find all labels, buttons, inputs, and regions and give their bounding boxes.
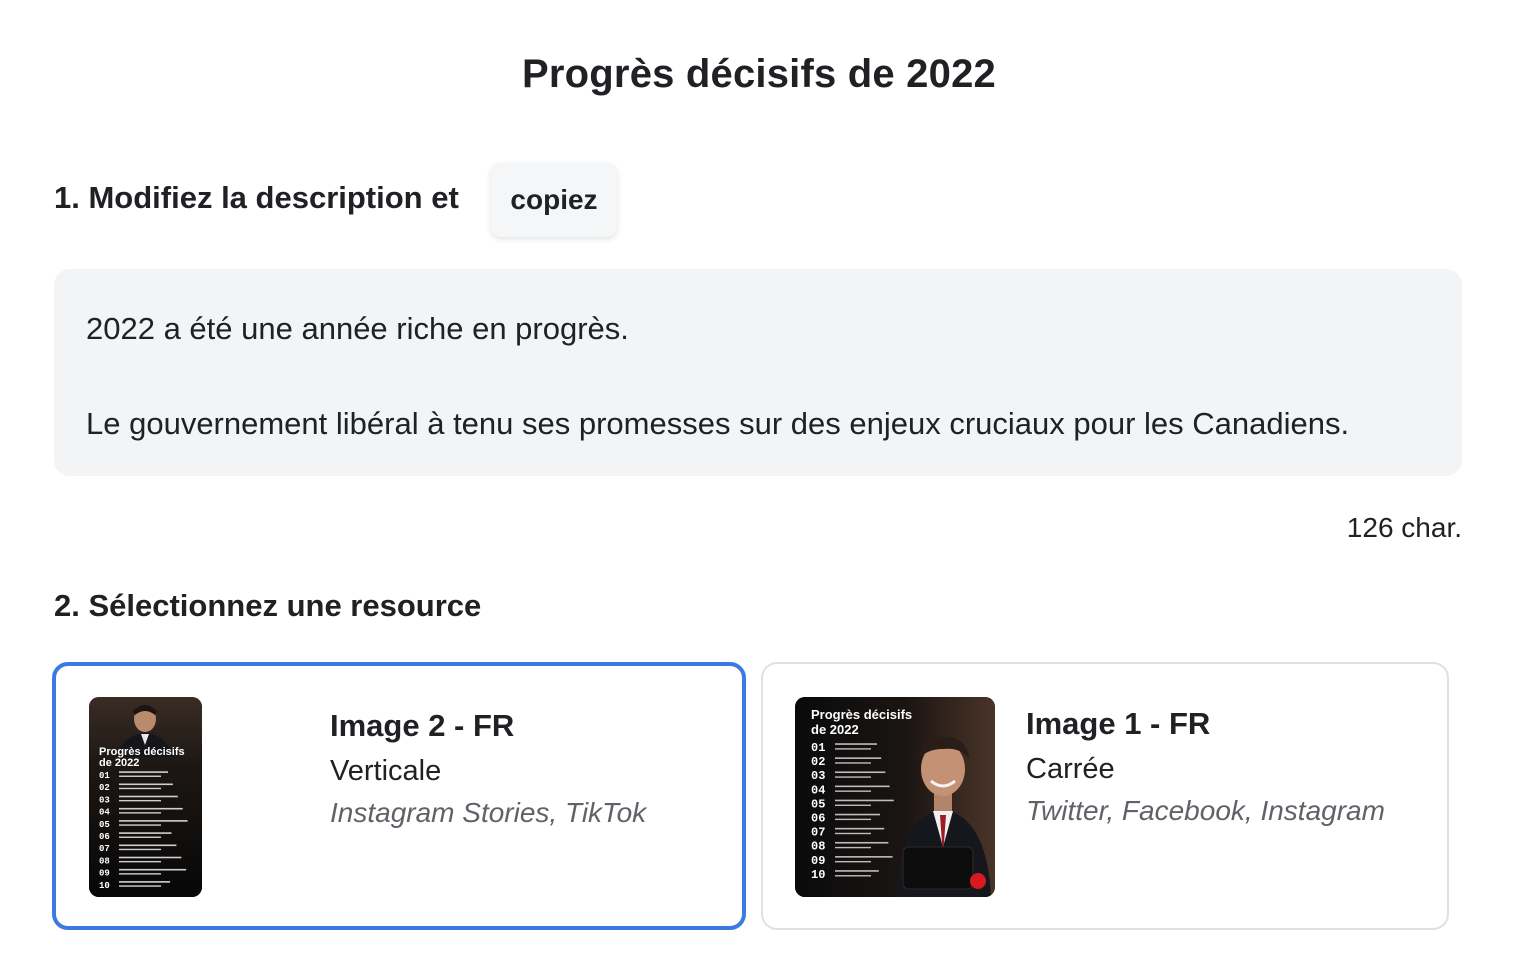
thumb-list-number: 05	[811, 797, 825, 811]
thumb-list-text-line	[835, 856, 893, 858]
thumb-list-text-line	[835, 827, 885, 830]
thumb-list-text-line	[835, 841, 889, 844]
description-editor[interactable]: 2022 a été une année riche en progrès. L…	[54, 269, 1462, 476]
resource-platforms: Twitter, Facebook, Instagram	[1026, 795, 1385, 826]
description-line-2: Le gouvernement libéral à tenu ses prome…	[86, 406, 1350, 441]
thumb-list-text-line	[835, 804, 871, 806]
page-title: Progrès décisifs de 2022	[522, 52, 996, 96]
resource-format: Verticale	[330, 755, 442, 787]
thumb-heading-line2: de 2022	[811, 722, 859, 737]
thumb-list-number: 07	[99, 844, 110, 854]
thumb-list-text-line	[835, 813, 880, 816]
thumb-list-text-line	[119, 873, 161, 875]
thumb-list-text-line	[119, 868, 187, 871]
thumb-list-text-line	[835, 748, 871, 750]
thumb-list-number: 08	[99, 856, 110, 866]
thumb-list-number: 02	[811, 755, 825, 769]
step1-heading: 1. Modifiez la description et	[54, 180, 459, 215]
thumb-list-number: 01	[811, 741, 825, 755]
resource-card-image-1[interactable]: Progrès décisifs de 2022 01 02 03 04 05 06 07 0…	[761, 662, 1449, 930]
step2-heading: 2. Sélectionnez une resource	[54, 588, 482, 623]
thumb-list-number: 02	[99, 783, 110, 793]
thumb-list-number: 09	[99, 869, 110, 879]
thumbnail-vertical-graphic: Progrès décisifs de 2022 010203040506070…	[89, 697, 202, 897]
thumb-list-text-line	[119, 795, 178, 798]
thumb-list-number: 07	[811, 826, 825, 840]
thumb-list-text-line	[835, 818, 871, 821]
thumb-list-text-line	[119, 860, 161, 863]
thumb-list-text-line	[835, 790, 871, 792]
thumb-list-text-line	[835, 832, 871, 835]
thumb-list-text-line	[119, 812, 161, 814]
thumb-list-text-line	[119, 881, 171, 883]
thumb-heading-line2: de 2022	[99, 757, 139, 769]
resource-card-image-2[interactable]: Progrès décisifs de 2022 01 02 03 04 05 06 07 0…	[52, 662, 746, 930]
thumb-list-text-line	[119, 885, 161, 887]
thumb-list-text-line	[119, 824, 161, 826]
thumb-list-text-line	[119, 775, 161, 777]
thumb-heading-line1: Progrès décisifs	[811, 707, 912, 722]
thumbnail-square-graphic: Progrès décisifs de 2022 010203040506070…	[795, 697, 995, 897]
copy-button[interactable]: copiez	[491, 163, 617, 237]
thumb-list-number: 05	[99, 820, 110, 830]
resource-title: Image 1 - FR	[1026, 706, 1211, 741]
thumb-list-text-line	[119, 799, 161, 802]
thumb-list-text-line	[835, 771, 886, 774]
thumb-list-text-line	[119, 783, 173, 786]
resource-platforms: Instagram Stories, TikTok	[330, 797, 647, 828]
thumb-list-number: 10	[811, 868, 825, 882]
thumb-list-text-line	[119, 836, 161, 838]
resource-thumbnail-square: Progrès décisifs de 2022 01 02 03 04 05 06 07 0…	[795, 697, 995, 897]
thumb-list-text-line	[835, 875, 871, 877]
liberal-logo-icon	[970, 873, 986, 889]
resource-format: Carrée	[1026, 753, 1115, 785]
thumb-list-text-line	[835, 743, 877, 745]
thumb-list-number: 04	[99, 808, 110, 818]
thumb-list-number: 09	[811, 854, 825, 868]
thumb-list-text-line	[119, 856, 182, 859]
thumb-list-number: 10	[99, 881, 110, 891]
thumb-list-text-line	[835, 762, 871, 764]
thumb-list-number: 03	[99, 795, 110, 805]
thumb-list-number: 01	[99, 771, 110, 781]
thumb-list-text-line	[835, 870, 879, 872]
thumb-list-text-line	[835, 776, 871, 778]
thumb-list-number: 06	[99, 832, 110, 842]
thumb-list-number: 03	[811, 769, 825, 783]
thumb-list-text-line	[835, 860, 871, 863]
thumb-list-text-line	[119, 771, 168, 773]
thumb-list-text-line	[119, 844, 177, 847]
thumb-list-text-line	[119, 832, 172, 834]
thumb-list-text-line	[119, 787, 161, 790]
thumb-list-text-line	[835, 799, 894, 802]
thumb-list-number: 08	[811, 840, 825, 854]
description-line-1: 2022 a été une année riche en progrès.	[86, 311, 629, 346]
thumb-list-text-line	[119, 820, 188, 822]
thumb-list-text-line	[119, 848, 161, 851]
character-count: 126 char.	[1346, 512, 1462, 543]
thumb-list-text-line	[835, 757, 882, 759]
thumb-list-text-line	[119, 807, 183, 810]
thumb-list-number: 04	[811, 783, 825, 797]
thumb-list-text-line	[835, 846, 871, 849]
thumb-list-number: 06	[811, 812, 825, 826]
thumb-list-text-line	[835, 785, 890, 788]
resource-thumbnail-vertical: Progrès décisifs de 2022 01 02 03 04 05 06 07 0…	[89, 697, 202, 897]
resource-title: Image 2 - FR	[330, 708, 515, 743]
